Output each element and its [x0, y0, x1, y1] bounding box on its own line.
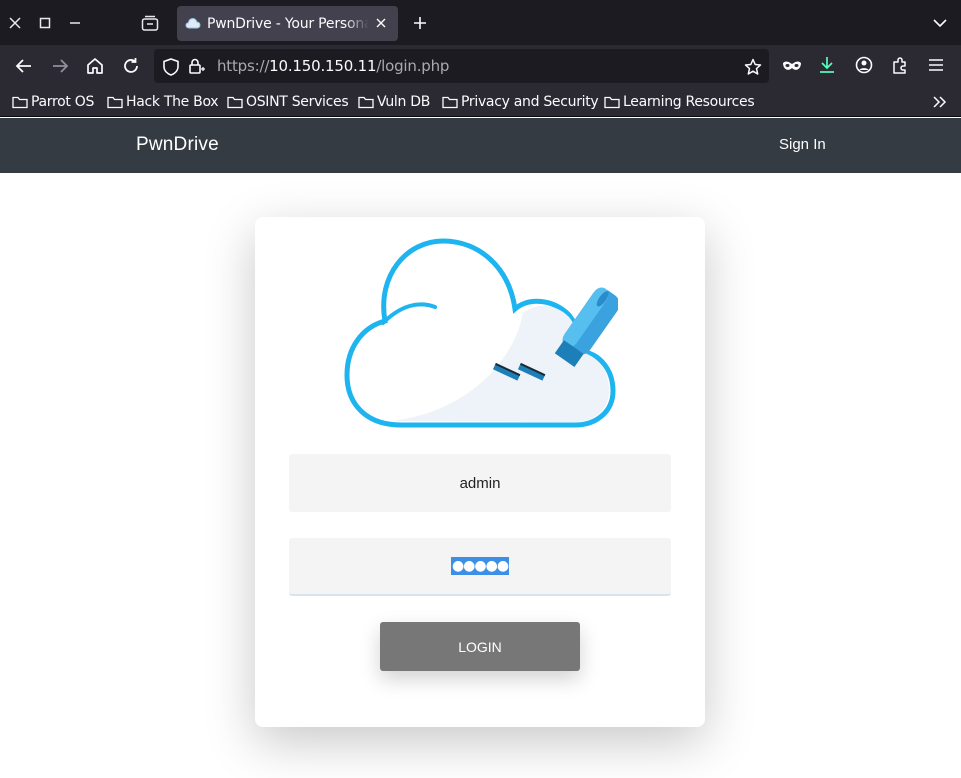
browser-nav-bar: https://10.150.150.11/login.php: [0, 45, 961, 87]
bookmark-star-icon[interactable]: [743, 57, 763, 77]
tab-overview-icon[interactable]: [140, 13, 160, 33]
minimize-window-icon[interactable]: [65, 13, 85, 33]
url-bar[interactable]: https://10.150.150.11/login.php: [154, 49, 769, 83]
list-all-tabs-icon[interactable]: [930, 13, 950, 33]
folder-icon: [442, 96, 458, 109]
cloud-favicon-icon: [185, 14, 201, 33]
folder-icon: [604, 96, 620, 109]
account-icon[interactable]: [854, 55, 874, 75]
bookmarks-bar: Parrot OS Hack The Box OSINT Services Vu…: [0, 87, 961, 117]
reload-icon[interactable]: [121, 56, 141, 76]
bookmark-learning-resources[interactable]: Learning Resources: [604, 92, 755, 112]
url-text[interactable]: https://10.150.150.11/login.php: [217, 57, 449, 75]
extensions-puzzle-icon[interactable]: [890, 55, 910, 75]
bookmark-label: Privacy and Security: [461, 94, 599, 110]
bookmark-label: OSINT Services: [246, 94, 349, 110]
downloads-icon[interactable]: [817, 55, 837, 75]
back-icon[interactable]: [14, 56, 34, 76]
login-button[interactable]: LOGIN: [380, 622, 580, 671]
bookmark-hack-the-box[interactable]: Hack The Box: [107, 92, 219, 112]
sign-in-link[interactable]: Sign In: [779, 136, 826, 153]
folder-icon: [107, 96, 123, 109]
brand-link[interactable]: PwnDrive: [136, 134, 219, 156]
password-masked-value: ●●●●●: [450, 557, 509, 575]
url-host: 10.150.150.11: [269, 57, 377, 75]
close-window-icon[interactable]: [5, 13, 25, 33]
password-field[interactable]: ●●●●●: [289, 538, 671, 596]
bookmark-label: Parrot OS: [31, 94, 95, 110]
bookmark-parrot-os[interactable]: Parrot OS: [12, 92, 94, 112]
browser-tab-bar: PwnDrive - Your Personal: [0, 0, 961, 45]
url-path: /login.php: [376, 57, 450, 75]
home-icon[interactable]: [85, 56, 105, 76]
bookmarks-overflow-chevron-icon[interactable]: [930, 92, 950, 112]
bookmark-vuln-db[interactable]: Vuln DB: [358, 92, 430, 112]
tab-title: PwnDrive - Your Personal: [207, 15, 369, 32]
bookmark-label: Learning Resources: [623, 94, 755, 110]
tab-close-icon[interactable]: [372, 14, 390, 32]
site-header: PwnDrive Sign In: [0, 118, 961, 173]
folder-icon: [358, 96, 374, 109]
tracking-protection-shield-icon[interactable]: [162, 58, 180, 76]
forward-icon[interactable]: [50, 56, 70, 76]
url-scheme: https://: [217, 57, 270, 75]
login-card: admin ●●●●● LOGIN: [255, 217, 705, 727]
private-mask-icon[interactable]: [781, 56, 803, 76]
bookmark-privacy-and-security[interactable]: Privacy and Security: [442, 92, 599, 112]
username-value: admin: [459, 474, 501, 492]
bookmark-osint-services[interactable]: OSINT Services: [227, 92, 349, 112]
bookmark-label: Vuln DB: [377, 94, 430, 110]
folder-icon: [12, 96, 28, 109]
tab-pwndrive[interactable]: PwnDrive - Your Personal: [177, 6, 398, 41]
folder-icon: [227, 96, 243, 109]
app-menu-icon[interactable]: [926, 55, 946, 75]
new-tab-icon[interactable]: [410, 13, 430, 33]
lock-settings-icon[interactable]: [188, 57, 206, 75]
maximize-window-icon[interactable]: [35, 13, 55, 33]
pwndrive-cloud-usb-logo: [343, 235, 620, 439]
username-field[interactable]: admin: [289, 454, 671, 512]
bookmark-label: Hack The Box: [126, 94, 219, 110]
